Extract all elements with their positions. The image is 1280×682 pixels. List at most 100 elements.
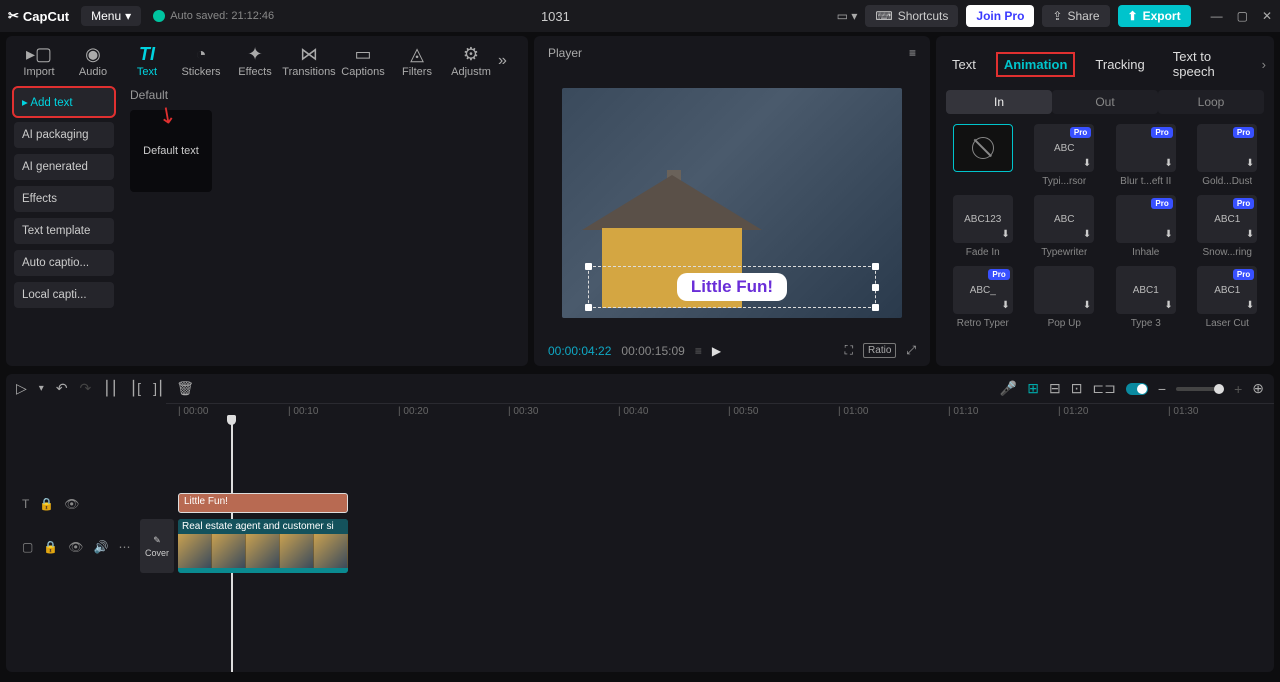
download-icon: ⬇	[1001, 229, 1009, 240]
tab-effects[interactable]: ✦Effects	[228, 44, 282, 78]
shortcuts-button[interactable]: ⌨ Shortcuts	[865, 5, 958, 27]
join-pro-button[interactable]: Join Pro	[966, 5, 1034, 27]
video-track: ▢ 🔒 👁 🔊 ⋯ ✎Cover Real estate agent and c…	[6, 519, 1274, 575]
player-menu-icon[interactable]: ≡	[909, 46, 916, 60]
anim-item-4[interactable]: ABC123⬇Fade In	[946, 195, 1020, 258]
video-clip[interactable]: Real estate agent and customer si	[178, 519, 348, 573]
anim-item-5[interactable]: ABC⬇Typewriter	[1028, 195, 1102, 258]
ratio-button[interactable]: Ratio	[863, 343, 896, 358]
sidebar-item-ai-packaging[interactable]: AI packaging	[14, 122, 114, 148]
delete-icon[interactable]: 🗑	[176, 380, 194, 397]
aspect-icon[interactable]: ▭ ▾	[837, 9, 858, 23]
anim-thumb: Pro⬇	[1116, 124, 1176, 172]
lock-icon[interactable]: 🔒	[43, 540, 58, 554]
tab-adjust[interactable]: ⚙Adjustm	[444, 44, 498, 78]
fullscreen-icon[interactable]: ⤢	[906, 343, 916, 358]
tab-filters[interactable]: ◬Filters	[390, 44, 444, 78]
anim-thumb: ABC⬇	[1034, 195, 1094, 243]
text-clip[interactable]: Little Fun!	[178, 493, 348, 513]
anim-item-9[interactable]: ⬇Pop Up	[1028, 266, 1102, 329]
menu-button[interactable]: Menu ▾	[81, 6, 141, 26]
tab-animation[interactable]: Animation	[998, 54, 1074, 75]
zoom-fit-icon[interactable]: ⊕	[1252, 380, 1264, 397]
timeline-ruler[interactable]: | 00:00| 00:10| 00:20| 00:30| 00:40| 00:…	[166, 403, 1274, 421]
eye-icon[interactable]: 👁	[64, 497, 79, 511]
anim-item-10[interactable]: ABC1⬇Type 3	[1109, 266, 1183, 329]
tl-tool-1-icon[interactable]: ⊞	[1027, 380, 1039, 397]
download-icon: ⬇	[1083, 300, 1091, 311]
filters-icon: ◬	[390, 44, 444, 64]
split-left-icon[interactable]: ⎮[	[130, 380, 141, 397]
tl-tool-4-icon[interactable]: ⊏⊐	[1092, 380, 1115, 397]
zoom-out-icon[interactable]: −	[1158, 381, 1166, 397]
tab-text-props[interactable]: Text	[946, 54, 982, 75]
sidebar-item-auto-captions[interactable]: Auto captio...	[14, 250, 114, 276]
download-icon: ⬇	[1083, 158, 1091, 169]
anim-item-2[interactable]: Pro⬇Blur t...eft II	[1109, 124, 1183, 187]
sidebar-item-text-template[interactable]: Text template	[14, 218, 114, 244]
preset-default-text[interactable]: Default text	[130, 110, 212, 192]
redo-icon[interactable]: ↷	[80, 380, 92, 397]
undo-icon[interactable]: ↶	[56, 380, 68, 397]
anim-item-11[interactable]: ABC1Pro⬇Laser Cut	[1191, 266, 1265, 329]
anim-item-8[interactable]: ABC_Pro⬇ Retro Typer	[946, 266, 1020, 329]
sidebar-item-effects[interactable]: Effects	[14, 186, 114, 212]
anim-item-3[interactable]: Pro⬇Gold...Dust	[1191, 124, 1265, 187]
tool-dropdown-icon[interactable]: ▾	[39, 383, 44, 394]
video-preview[interactable]: Little Fun!	[562, 88, 902, 318]
zoom-in-icon[interactable]: +	[1234, 381, 1242, 397]
tl-tool-2-icon[interactable]: ⊟	[1049, 380, 1061, 397]
mute-icon[interactable]: 🔊	[94, 540, 109, 554]
tab-audio[interactable]: ◉Audio	[66, 44, 120, 78]
scan-icon[interactable]: ⛶	[845, 343, 853, 358]
subtab-out[interactable]: Out	[1052, 90, 1158, 114]
tab-import[interactable]: ▸▢Import	[12, 44, 66, 78]
maximize-icon[interactable]: ▢	[1237, 9, 1248, 23]
mic-icon[interactable]: 🎤	[1000, 380, 1017, 397]
cursor-tool-icon[interactable]: ▷	[16, 380, 27, 397]
sidebar-item-ai-generated[interactable]: AI generated	[14, 154, 114, 180]
section-label-default: Default	[130, 88, 520, 102]
tab-captions[interactable]: ▭Captions	[336, 44, 390, 78]
list-icon[interactable]: ≡	[695, 344, 702, 358]
audio-icon: ◉	[66, 44, 120, 64]
tab-text[interactable]: TIText	[120, 44, 174, 78]
share-button[interactable]: ⇪ Share	[1042, 5, 1109, 27]
time-duration: 00:00:15:09	[621, 344, 684, 358]
sidebar-item-local-captions[interactable]: Local capti...	[14, 282, 114, 308]
anim-thumb: ABC_Pro⬇	[953, 266, 1013, 314]
play-icon[interactable]: ▶	[712, 344, 721, 358]
tab-tts[interactable]: Text to speech	[1167, 46, 1246, 82]
track-more-icon[interactable]: ⋯	[118, 540, 130, 554]
pencil-icon: ✎	[153, 535, 161, 546]
split-right-icon[interactable]: ]⎮	[153, 380, 164, 397]
text-selection-box[interactable]: Little Fun!	[588, 266, 876, 308]
zoom-slider[interactable]	[1176, 387, 1224, 391]
subtab-in[interactable]: In	[946, 90, 1052, 114]
tab-tracking[interactable]: Tracking	[1089, 54, 1150, 75]
anim-label: Retro Typer	[957, 318, 1009, 329]
lock-icon[interactable]: 🔒	[39, 497, 54, 511]
split-icon[interactable]: ⎮⎮	[103, 380, 118, 397]
eye-icon[interactable]: 👁	[68, 540, 83, 554]
anim-item-0[interactable]	[946, 124, 1020, 187]
video-clip-label: Real estate agent and customer si	[178, 519, 348, 534]
export-button[interactable]: ⬆ Export	[1118, 5, 1191, 27]
anim-item-1[interactable]: ABCPro⬇Typi...rsor	[1028, 124, 1102, 187]
subtab-loop[interactable]: Loop	[1158, 90, 1264, 114]
tabs-more-icon[interactable]: »	[498, 52, 522, 70]
tab-transitions[interactable]: ⋈Transitions	[282, 44, 336, 78]
snap-toggle[interactable]	[1126, 383, 1148, 395]
tl-tool-3-icon[interactable]: ⊡	[1071, 380, 1083, 397]
project-title[interactable]: 1031	[286, 9, 825, 24]
minimize-icon[interactable]: —	[1211, 9, 1223, 23]
text-overlay[interactable]: Little Fun!	[677, 273, 787, 301]
anim-item-6[interactable]: Pro⬇Inhale	[1109, 195, 1183, 258]
anim-item-7[interactable]: ABC1Pro⬇Snow...ring	[1191, 195, 1265, 258]
cover-button[interactable]: ✎Cover	[140, 519, 174, 573]
tabs-overflow-icon[interactable]: ›	[1262, 57, 1266, 72]
close-icon[interactable]: ✕	[1262, 9, 1272, 23]
player-controls: 00:00:04:22 00:00:15:09 ≡ ▶ ⛶ Ratio ⤢	[534, 335, 930, 366]
tab-stickers[interactable]: ◔Stickers	[174, 44, 228, 78]
sidebar-item-add-text[interactable]: ▸ Add text	[14, 88, 114, 116]
